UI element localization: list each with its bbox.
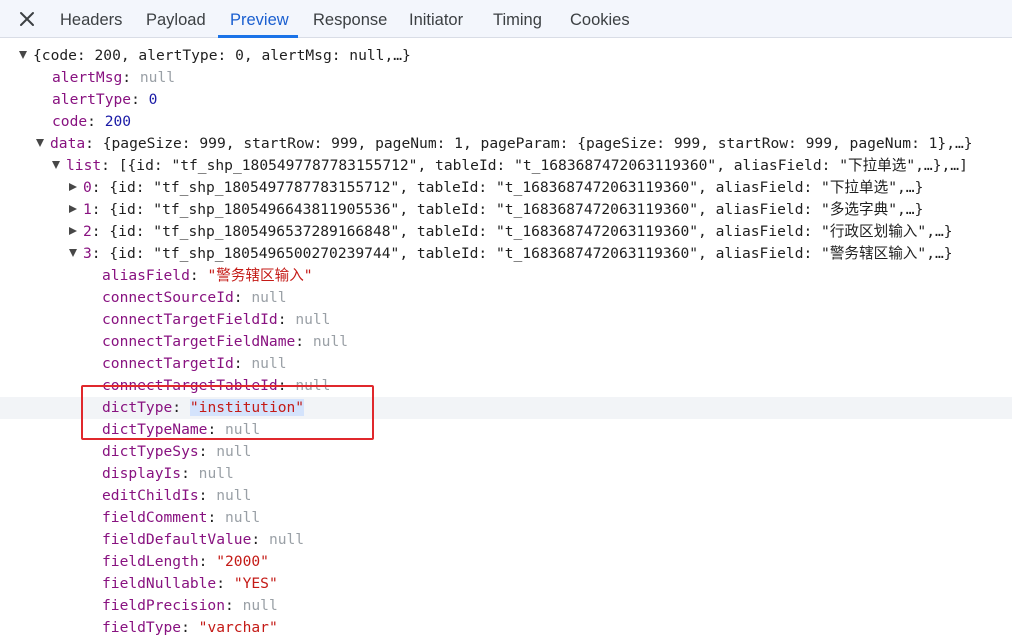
field-key: fieldNullable (102, 575, 217, 592)
field-value: null (242, 597, 278, 614)
field-key: fieldPrecision (102, 597, 226, 614)
tab-headers[interactable]: Headers (60, 0, 122, 38)
tab-cookies[interactable]: Cookies (570, 0, 630, 38)
list-item-0[interactable]: 0: {id: "tf_shp_1805497787783155712", ta… (0, 177, 1012, 199)
vertical-scrollbar[interactable] (1005, 38, 1012, 639)
list-item-3[interactable]: 3: {id: "tf_shp_1805496500270239744", ta… (0, 243, 1012, 265)
tree-node-alerttype[interactable]: alertType: 0 (0, 89, 1012, 111)
field-row[interactable]: dictTypeName: null (0, 419, 1012, 441)
field-key: connectTargetFieldName (102, 333, 296, 350)
tab-timing[interactable]: Timing (493, 0, 542, 38)
tab-payload[interactable]: Payload (146, 0, 206, 38)
field-key: fieldDefaultValue (102, 531, 252, 548)
triangle-down-icon[interactable] (36, 138, 44, 147)
field-key: connectTargetTableId (102, 377, 278, 394)
field-value: null (225, 509, 261, 526)
item-index: 0 (83, 179, 92, 196)
field-row[interactable]: fieldType: "varchar" (0, 617, 1012, 639)
field-value-selected: "institution" (189, 399, 305, 416)
tree-node-data[interactable]: data: {pageSize: 999, startRow: 999, pag… (0, 133, 1012, 155)
tab-response[interactable]: Response (313, 0, 387, 38)
field-value: "警务辖区输入" (207, 267, 313, 284)
tab-initiator[interactable]: Initiator (409, 0, 463, 38)
field-value: null (295, 377, 331, 394)
field-row[interactable]: dictTypeSys: null (0, 441, 1012, 463)
item-preview: {id: "tf_shp_1805497787783155712", table… (109, 179, 924, 196)
field-key: connectTargetFieldId (102, 311, 278, 328)
field-row[interactable]: fieldNullable: "YES" (0, 573, 1012, 595)
tree-node-code[interactable]: code: 200 (0, 111, 1012, 133)
tree-node-root[interactable]: {code: 200, alertType: 0, alertMsg: null… (0, 45, 1012, 67)
property-value: null (139, 69, 176, 86)
field-key: fieldLength (102, 553, 199, 570)
tree-node-list[interactable]: list: [{id: "tf_shp_1805497787783155712"… (0, 155, 1012, 177)
field-key: displayIs (102, 465, 182, 482)
field-key: connectSourceId (102, 289, 234, 306)
field-key: connectTargetId (102, 355, 234, 372)
close-button[interactable] (14, 6, 40, 32)
field-value: "2000" (216, 553, 269, 570)
field-value: null (312, 333, 349, 350)
data-preview: {pageSize: 999, startRow: 999, pageNum: … (102, 135, 973, 152)
field-value: null (295, 311, 331, 328)
field-value: null (251, 289, 287, 306)
field-row[interactable]: connectTargetId: null (0, 353, 1012, 375)
property-key: alertMsg (52, 69, 123, 86)
field-value: null (225, 421, 261, 438)
root-preview: {code: 200, alertType: 0, alertMsg: null… (33, 47, 411, 64)
field-value: "varchar" (198, 619, 278, 636)
field-row-hovered[interactable]: dictType: "institution" (0, 397, 1012, 419)
tree-node-alertmsg[interactable]: alertMsg: null (0, 67, 1012, 89)
list-item-2[interactable]: 2: {id: "tf_shp_1805496537289166848", ta… (0, 221, 1012, 243)
property-key: code (52, 113, 88, 130)
field-value: "YES" (233, 575, 278, 592)
field-value: null (251, 355, 287, 372)
field-row[interactable]: editChildIs: null (0, 485, 1012, 507)
field-key: aliasField (102, 267, 190, 284)
field-key: fieldComment (102, 509, 208, 526)
field-key: dictTypeName (102, 421, 208, 438)
property-value: 0 (148, 91, 158, 108)
field-row[interactable]: aliasField: "警务辖区输入" (0, 265, 1012, 287)
triangle-right-icon[interactable] (69, 182, 77, 191)
field-row[interactable]: fieldPrecision: null (0, 595, 1012, 617)
json-preview-tree[interactable]: {code: 200, alertType: 0, alertMsg: null… (0, 38, 1012, 639)
field-value: null (198, 465, 234, 482)
item-preview: {id: "tf_shp_1805496537289166848", table… (109, 223, 953, 240)
field-key: dictTypeSys (102, 443, 199, 460)
property-key: alertType (52, 91, 132, 108)
triangle-right-icon[interactable] (69, 204, 77, 213)
field-row[interactable]: connectTargetTableId: null (0, 375, 1012, 397)
triangle-down-icon[interactable] (52, 160, 60, 169)
field-row[interactable]: fieldComment: null (0, 507, 1012, 529)
field-value: null (216, 487, 252, 504)
property-key: list (66, 157, 102, 174)
field-row[interactable]: displayIs: null (0, 463, 1012, 485)
item-index: 1 (83, 201, 92, 218)
triangle-down-icon[interactable] (69, 248, 77, 257)
field-row[interactable]: connectSourceId: null (0, 287, 1012, 309)
field-value: null (216, 443, 252, 460)
property-key: data (50, 135, 86, 152)
list-item-1[interactable]: 1: {id: "tf_shp_1805496643811905536", ta… (0, 199, 1012, 221)
item-preview: {id: "tf_shp_1805496500270239744", table… (109, 245, 953, 262)
item-index: 3 (83, 245, 92, 262)
field-key: dictType (102, 399, 173, 416)
field-row[interactable]: connectTargetFieldName: null (0, 331, 1012, 353)
property-value: 200 (104, 113, 132, 130)
field-key: editChildIs (102, 487, 199, 504)
field-row[interactable]: fieldLength: "2000" (0, 551, 1012, 573)
field-key: fieldType (102, 619, 182, 636)
tab-preview[interactable]: Preview (230, 0, 289, 38)
triangle-right-icon[interactable] (69, 226, 77, 235)
close-icon (20, 12, 34, 26)
item-index: 2 (83, 223, 92, 240)
item-preview: {id: "tf_shp_1805496643811905536", table… (109, 201, 924, 218)
list-preview: [{id: "tf_shp_1805497787783155712", tabl… (118, 157, 968, 174)
field-row[interactable]: fieldDefaultValue: null (0, 529, 1012, 551)
field-value: null (268, 531, 305, 548)
devtools-tabbar: Headers Payload Preview Response Initiat… (0, 0, 1012, 38)
triangle-down-icon[interactable] (19, 50, 27, 59)
field-row[interactable]: connectTargetFieldId: null (0, 309, 1012, 331)
